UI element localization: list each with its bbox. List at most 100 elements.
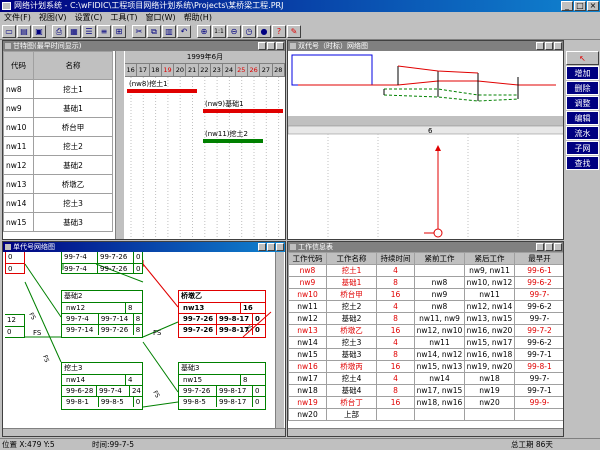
table-row[interactable]: nw17 挖土4 4 nw14 nw18 99-7- <box>288 372 563 385</box>
help-icon[interactable]: ? <box>272 25 286 38</box>
subnet-button[interactable]: 子网 <box>566 141 599 155</box>
info-col-header[interactable]: 最早开 <box>514 252 563 265</box>
network-node[interactable]: 基础2 nw12 8 99-7-4 99-7-14 8 99-7-14 99-7-26 8 <box>61 290 143 338</box>
window-close-button[interactable] <box>276 42 284 50</box>
single-network-hscroll[interactable] <box>3 428 285 436</box>
open-folder-icon[interactable]: ▤ <box>17 25 31 38</box>
menu-help[interactable]: 帮助(H) <box>180 12 216 24</box>
window-close-button[interactable] <box>554 243 562 251</box>
table-row[interactable]: nw11 挖土2 <box>3 136 113 156</box>
info-col-header[interactable]: 紧前工作 <box>414 252 465 265</box>
table-row[interactable]: nw20 上部 <box>288 408 563 421</box>
month-header: 1999年6月 <box>125 51 285 64</box>
add-button[interactable]: 增加 <box>566 66 599 80</box>
flow-button[interactable]: 流水 <box>566 126 599 140</box>
table-row[interactable]: nw14 挖土3 <box>3 193 113 213</box>
window-minimize-button[interactable] <box>258 42 266 50</box>
delete-button[interactable]: 删除 <box>566 81 599 95</box>
col-name-header[interactable]: 名称 <box>33 51 113 80</box>
table-row[interactable]: nw10 桥台甲 <box>3 117 113 137</box>
save-icon[interactable]: ▣ <box>32 25 46 38</box>
brush-icon[interactable]: ✎ <box>287 25 301 38</box>
network-node-critical[interactable]: 桥墩乙 nw13 16 99-7-26 99-8-17 0 99-7-26 99-8-1… <box>178 290 266 338</box>
single-window-titlebar[interactable]: 单代号网络图 <box>3 242 285 252</box>
info-hscroll[interactable] <box>288 428 563 436</box>
gantt-bar[interactable] <box>203 139 263 143</box>
table-row[interactable]: nw12 基础2 8 nw11, nw9 nw13, nw15 99-7- <box>288 312 563 325</box>
zoom-out-icon[interactable]: ⊖ <box>227 25 241 38</box>
window-maximize-button[interactable] <box>267 42 275 50</box>
close-button[interactable]: × <box>587 1 599 11</box>
table-row[interactable]: nw8 挖土1 4 nw9, nw11 99-6-1 <box>288 264 563 277</box>
gantt-bar-label: (nw8)挖土1 <box>129 79 168 88</box>
info-col-header[interactable]: 紧后工作 <box>464 252 515 265</box>
paste-icon[interactable]: ▥ <box>162 25 176 38</box>
window-minimize-button[interactable] <box>258 243 266 251</box>
table-row[interactable]: nw13 桥墩乙 <box>3 174 113 194</box>
grid-icon[interactable]: ▦ <box>67 25 81 38</box>
network-node[interactable]: 基础3 nw15 8 99-7-26 99-8-17 0 99-8-5 99-8-17 0 <box>178 362 266 410</box>
find-button[interactable]: 查找 <box>566 156 599 170</box>
undo-icon[interactable]: ↶ <box>177 25 191 38</box>
actual-size-icon[interactable]: 1:1 <box>212 25 226 38</box>
maximize-button[interactable]: □ <box>574 1 586 11</box>
info-window-titlebar[interactable]: 工作信息表 <box>288 242 563 252</box>
table-row[interactable]: nw15 基础3 <box>3 212 113 232</box>
window-minimize-button[interactable] <box>536 243 544 251</box>
edit-button[interactable]: 编辑 <box>566 111 599 125</box>
table-row[interactable]: nw11 挖土2 4 nw8 nw12, nw14 99-6-2 <box>288 300 563 313</box>
table-row[interactable]: nw13 桥墩乙 16 nw12, nw10 nw16, nw20 99-7-2 <box>288 324 563 337</box>
gantt-bar[interactable] <box>127 89 197 93</box>
network-icon[interactable]: ⊞ <box>112 25 126 38</box>
info-col-header[interactable]: 工作名称 <box>326 252 377 265</box>
globe-icon[interactable]: ● <box>257 25 271 38</box>
table-row[interactable]: nw8 挖土1 <box>3 79 113 99</box>
minimize-button[interactable]: _ <box>561 1 573 11</box>
window-maximize-button[interactable] <box>545 42 553 50</box>
window-maximize-button[interactable] <box>545 243 553 251</box>
window-close-button[interactable] <box>276 243 284 251</box>
table-row[interactable]: nw15 基础3 8 nw14, nw12 nw16, nw18 99-7-1 <box>288 348 563 361</box>
info-col-header[interactable]: 工作代码 <box>288 252 327 265</box>
copy-icon[interactable]: ⧉ <box>147 25 161 38</box>
single-network-canvas: FS FS FS FS FS FS 0 0 99-7-4 99-7-26 0 99-… <box>3 252 273 428</box>
gantt-window-titlebar[interactable]: 甘特图(最早时间显示) <box>3 41 285 51</box>
menu-file[interactable]: 文件(F) <box>0 12 35 24</box>
table-row[interactable]: nw16 桥墩丙 16 nw15, nw13 nw19, nw20 99-8-1 <box>288 360 563 373</box>
print-icon[interactable]: ⎙ <box>52 25 66 38</box>
single-network-vscroll[interactable] <box>275 252 284 428</box>
network-node[interactable]: 挖土3 nw14 4 99-6-28 99-7-4 24 99-8-1 99-8-5 0 <box>61 362 143 410</box>
window-maximize-button[interactable] <box>267 243 275 251</box>
network-node-partial[interactable]: 12 0 <box>5 314 25 338</box>
table-row[interactable]: nw9 基础1 8 nw8 nw10, nw12 99-6-2 <box>288 276 563 289</box>
window-minimize-button[interactable] <box>536 42 544 50</box>
menu-settings[interactable]: 设置(C) <box>71 12 107 24</box>
table-row[interactable]: nw19 桥台丁 16 nw18, nw16 nw20 99-9- <box>288 396 563 409</box>
window-close-button[interactable] <box>554 42 562 50</box>
gantt-table-scrollbar[interactable] <box>115 51 124 239</box>
info-col-header[interactable]: 持续时间 <box>376 252 415 265</box>
menu-window[interactable]: 窗口(W) <box>142 12 180 24</box>
gantt-bar[interactable] <box>203 109 283 113</box>
table-row[interactable]: nw9 基础1 <box>3 98 113 118</box>
table-icon[interactable]: ☰ <box>82 25 96 38</box>
table-row[interactable]: nw18 基础4 8 nw17, nw15 nw19 99-7-1 <box>288 384 563 397</box>
status-bar: 位置 X:479 Y:5 时间:99-7-5 总工期 86天 <box>0 438 600 450</box>
zoom-in-icon[interactable]: ⊕ <box>197 25 211 38</box>
col-code-header[interactable]: 代码 <box>3 51 34 80</box>
new-file-icon[interactable]: ▭ <box>2 25 16 38</box>
network-node-partial[interactable]: 0 0 <box>5 252 25 274</box>
network-node-partial[interactable]: 99-7-4 99-7-26 0 99-7-4 99-7-26 0 <box>61 252 143 274</box>
menu-tools[interactable]: 工具(T) <box>106 12 141 24</box>
menu-view[interactable]: 视图(V) <box>35 12 71 24</box>
adjust-button[interactable]: 调整 <box>566 96 599 110</box>
gantt-icon[interactable]: ≡ <box>97 25 111 38</box>
dual-window-titlebar[interactable]: 双代号（时标）网络图 <box>288 41 563 51</box>
table-row[interactable]: nw14 挖土3 4 nw11 nw15, nw17 99-6-2 <box>288 336 563 349</box>
table-row[interactable]: nw10 桥台甲 16 nw9 nw11 99-7- <box>288 288 563 301</box>
pointer-tool-icon[interactable]: ↖ <box>566 51 599 65</box>
clock-icon[interactable]: ◷ <box>242 25 256 38</box>
gantt-bars: (nw8)挖土1 (nw9)基础1 (nw11)挖土2 <box>127 77 283 239</box>
table-row[interactable]: nw12 基础2 <box>3 155 113 175</box>
cut-icon[interactable]: ✂ <box>132 25 146 38</box>
